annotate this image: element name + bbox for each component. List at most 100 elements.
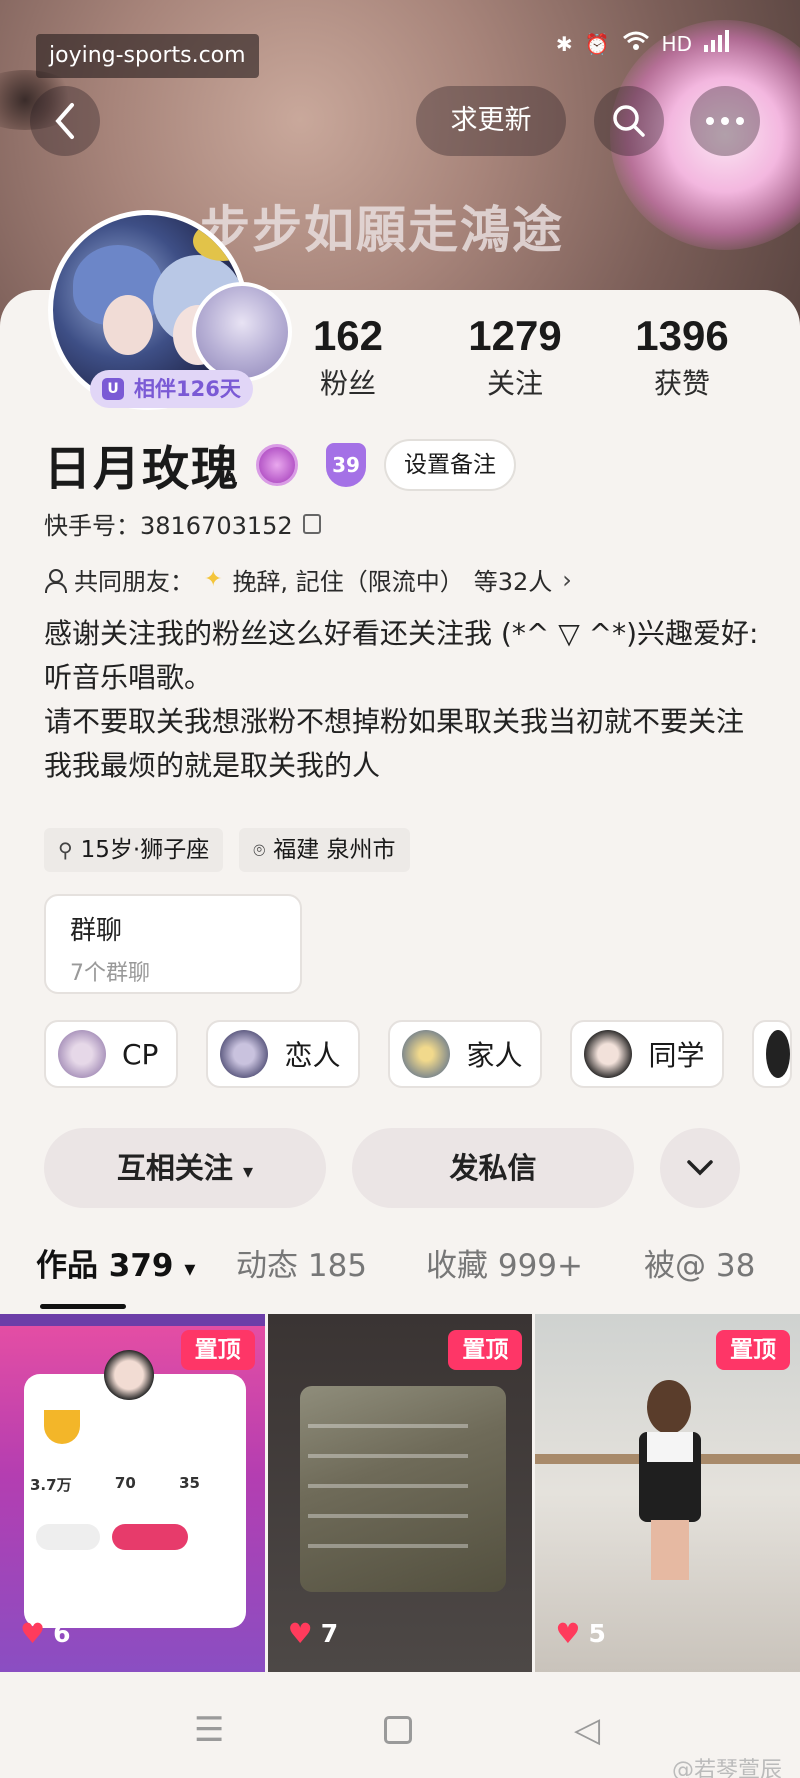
work-item[interactable]: 置顶 ♥ 5 <box>535 1314 800 1672</box>
relation-row: CP 恋人 家人 同学 <box>44 1020 793 1088</box>
name-row: 日月玫瑰 39 设置备注 <box>44 430 516 499</box>
stat-followers[interactable]: 162 粉丝 <box>268 312 428 402</box>
alarm-icon: ⏰ <box>584 31 610 56</box>
set-remark-button[interactable]: 设置备注 <box>384 438 516 491</box>
mutual-names: 挽辞, 記住（限流中） <box>232 568 464 596</box>
more-button[interactable] <box>690 86 760 156</box>
tab-moments[interactable]: 动态 185 <box>236 1240 367 1285</box>
relation-avatar <box>220 1030 269 1078</box>
send-message-button[interactable]: 发私信 <box>352 1128 634 1208</box>
signal-icon <box>704 30 730 57</box>
sparkle-icon: ✦ <box>204 567 223 592</box>
group-chat-title: 群聊 <box>70 916 123 946</box>
stat-label: 粉丝 <box>319 367 376 400</box>
heart-icon: ♥ <box>287 1617 313 1650</box>
location-label: 福建 泉州市 <box>273 837 396 863</box>
bluetooth-icon: ✱ <box>555 31 573 56</box>
medal-icon[interactable] <box>256 443 298 486</box>
stat-likes[interactable]: 1396 获赞 <box>602 312 762 402</box>
tab-works[interactable]: 作品 379 ▾ <box>36 1240 195 1285</box>
together-days-label: 相伴126天 <box>134 377 241 401</box>
group-chat-card[interactable]: 群聊 7个群聊 <box>44 894 302 994</box>
age-sign-label: 15岁·狮子座 <box>80 837 210 863</box>
search-icon <box>613 105 645 137</box>
relation-label: 家人 <box>466 1039 523 1072</box>
person-icon <box>44 568 67 593</box>
stat-number: 162 <box>312 312 384 359</box>
kuaishou-id-row: 快手号：3816703152 <box>44 506 321 541</box>
like-count: ♥ 5 <box>555 1617 606 1650</box>
tab-mentions[interactable]: 被@ 38 <box>644 1240 755 1285</box>
heart-icon: ♥ <box>20 1617 46 1650</box>
bio-line: 感谢关注我的粉丝这么好看还关注我 (*^ ▽ ^*)兴趣爱好:听音乐唱歌。 <box>44 617 759 694</box>
back-arrow-icon <box>55 103 74 139</box>
content-tabs: 作品 379 ▾ 动态 185 收藏 999+ 被@ 38 <box>36 1240 776 1310</box>
work-item[interactable]: 3.7万 70 35 置顶 ♥ 6 <box>0 1314 265 1672</box>
chevron-right-icon: › <box>562 565 572 594</box>
like-count: ♥ 6 <box>20 1617 71 1650</box>
copy-icon[interactable] <box>302 513 321 534</box>
like-number: 7 <box>320 1619 339 1648</box>
stat-label: 获赞 <box>653 367 710 400</box>
watermark-bottom: @若琴萱辰 <box>671 1758 782 1778</box>
action-row: 互相关注 ▾ 发私信 <box>44 1128 740 1208</box>
back-button[interactable] <box>30 86 100 156</box>
tab-favorites[interactable]: 收藏 999+ <box>426 1240 583 1285</box>
active-tab-indicator <box>40 1304 126 1309</box>
together-badge: U 相伴126天 <box>90 370 253 408</box>
thumbnail-stat: 3.7万 <box>30 1476 72 1494</box>
work-thumbnail <box>299 1386 506 1592</box>
caret-down-icon: ▾ <box>243 1159 254 1183</box>
works-grid: 3.7万 70 35 置顶 ♥ 6 置顶 ♥ 7 置顶 ♥ 5 <box>0 1314 800 1672</box>
mutual-count: 等32人 <box>473 568 553 596</box>
tab-label: 作品 379 <box>36 1248 174 1284</box>
back-triangle-icon[interactable]: ◁ <box>574 1710 600 1750</box>
home-icon[interactable] <box>384 1716 412 1744</box>
relation-avatar <box>584 1030 633 1078</box>
work-item[interactable]: 置顶 ♥ 7 <box>267 1314 533 1672</box>
relation-label: CP <box>122 1037 159 1071</box>
status-bar: ✱ ⏰ HD <box>556 30 730 57</box>
pinned-badge: 置顶 <box>180 1330 255 1370</box>
wifi-icon <box>622 30 650 57</box>
mutual-prefix: 共同朋友： <box>74 568 194 596</box>
stat-number: 1396 <box>635 312 729 359</box>
banner-caption: 步步如願走鴻途 <box>200 200 564 259</box>
search-button[interactable] <box>594 86 664 156</box>
like-number: 6 <box>53 1619 71 1648</box>
mutual-follow-button[interactable]: 互相关注 ▾ <box>44 1128 326 1208</box>
level-badge[interactable]: 39 <box>326 442 366 487</box>
relation-classmate[interactable]: 同学 <box>570 1020 725 1088</box>
relation-family[interactable]: 家人 <box>388 1020 543 1088</box>
mutual-friends-row[interactable]: 共同朋友： ✦ 挽辞, 記住（限流中） 等32人 › <box>44 562 572 597</box>
stat-following[interactable]: 1279 关注 <box>435 312 595 402</box>
watermark-top: joying-sports.com <box>36 34 259 78</box>
stat-label: 关注 <box>486 367 543 400</box>
caret-down-icon: ▾ <box>184 1257 196 1282</box>
relation-more[interactable] <box>752 1020 793 1088</box>
more-dots-icon <box>706 117 744 125</box>
thumbnail-stats: 3.7万 70 35 <box>30 1474 200 1495</box>
menu-icon[interactable]: ☰ <box>194 1710 224 1750</box>
bio-line: 请不要取关我想涨粉不想掉粉如果取关我当初就不要关注我我最烦的就是取关我的人 <box>44 705 745 782</box>
relation-label: 恋人 <box>284 1039 341 1072</box>
kuaishou-id: 快手号：3816703152 <box>44 512 293 540</box>
stat-number: 1279 <box>468 312 562 359</box>
group-chat-count: 7个群聊 <box>70 961 150 986</box>
info-tags: ⚲ 15岁·狮子座 ⌾ 福建 泉州市 <box>44 828 410 872</box>
expand-button[interactable] <box>660 1128 740 1208</box>
thumbnail-stat: 70 <box>114 1474 136 1492</box>
age-tag: ⚲ 15岁·狮子座 <box>44 828 224 872</box>
request-update-button[interactable]: 求更新 <box>416 86 566 156</box>
thumbnail-stat: 35 <box>179 1474 200 1492</box>
relation-label: 同学 <box>648 1039 705 1072</box>
user-name: 日月玫瑰 <box>44 442 240 497</box>
relation-lover[interactable]: 恋人 <box>206 1020 361 1088</box>
bio: 感谢关注我的粉丝这么好看还关注我 (*^ ▽ ^*)兴趣爱好:听音乐唱歌。 请不… <box>44 612 764 788</box>
pinned-badge: 置顶 <box>448 1330 523 1370</box>
chevron-down-icon <box>687 1160 713 1176</box>
magnet-icon: U <box>102 378 124 400</box>
pinned-badge: 置顶 <box>716 1330 791 1370</box>
relation-cp[interactable]: CP <box>44 1020 179 1088</box>
relation-avatar <box>766 1030 791 1078</box>
